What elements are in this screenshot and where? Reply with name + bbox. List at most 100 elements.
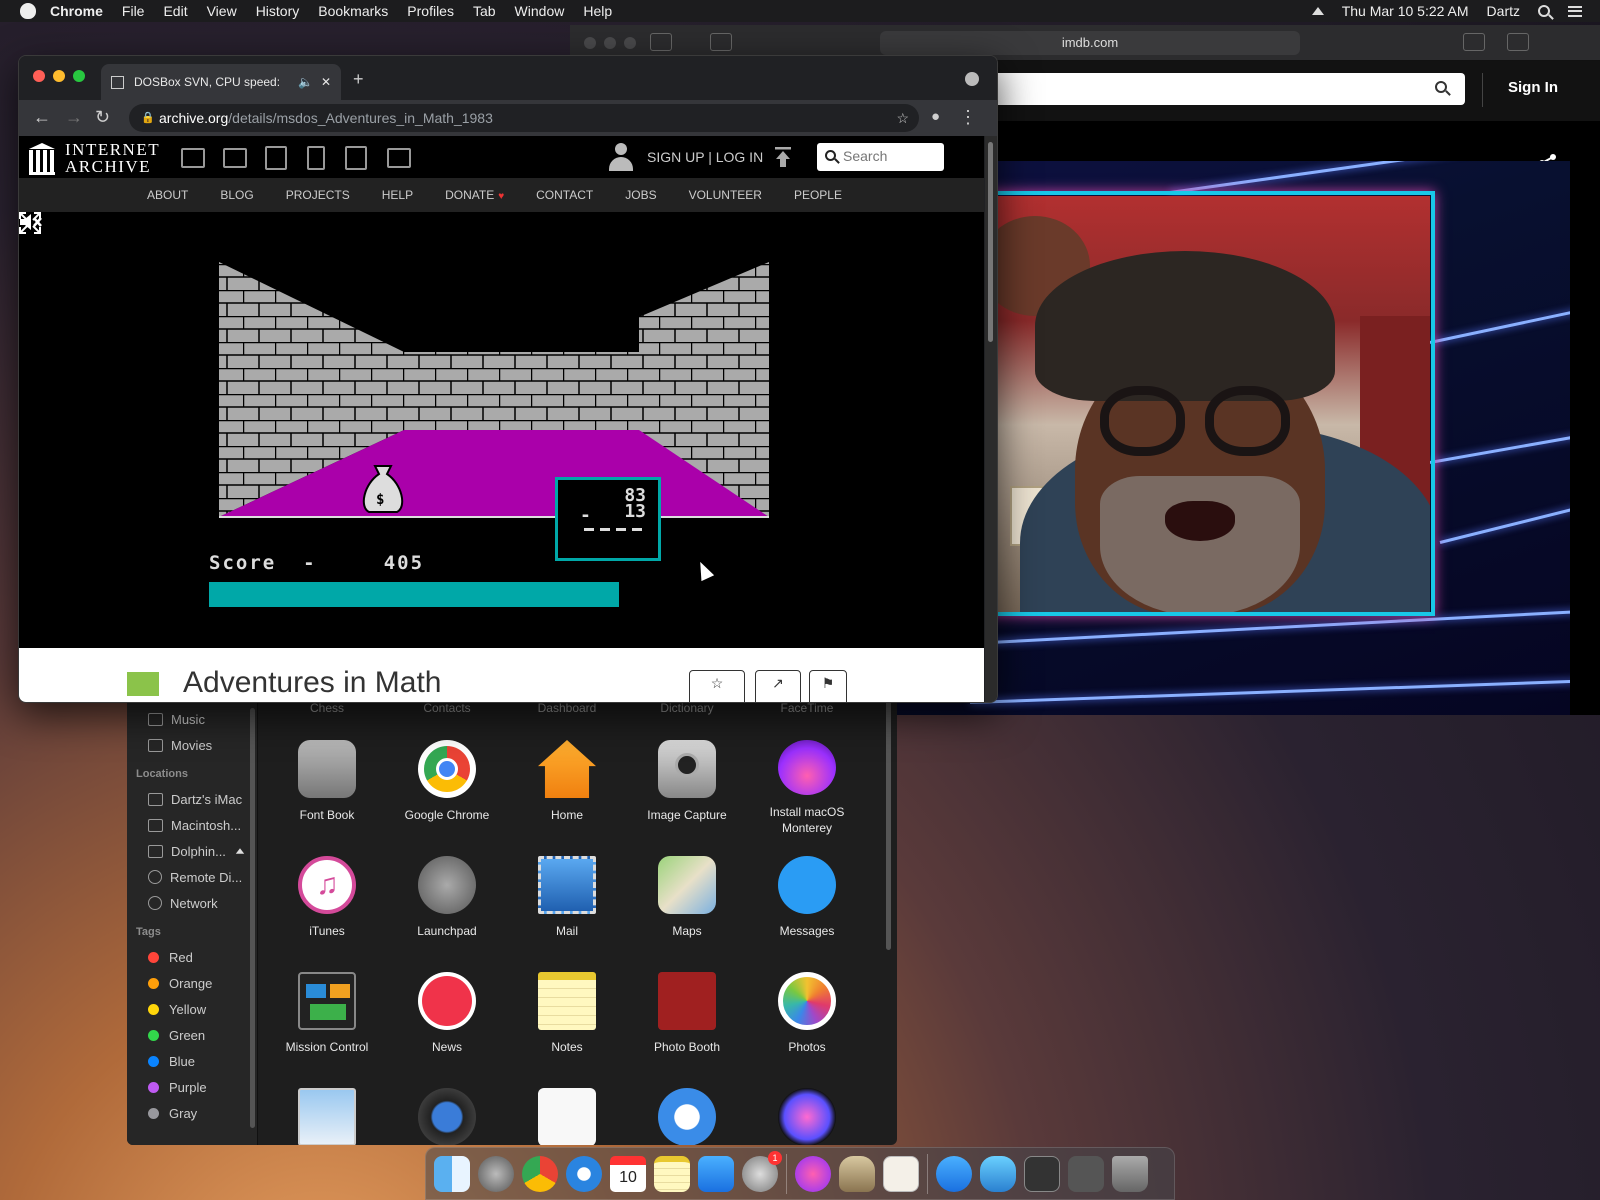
sidebar-tag-purple[interactable]: Purple [127, 1074, 257, 1100]
app-label[interactable]: FaceTime [747, 700, 867, 720]
app-label[interactable]: Chess [267, 700, 387, 720]
back-arrow-icon[interactable]: ← [33, 108, 51, 126]
sidebar-item-movies[interactable]: Movies [127, 732, 257, 758]
app-label[interactable]: Dashboard [507, 700, 627, 720]
upload-icon[interactable] [774, 146, 792, 168]
launchpad-icon[interactable] [478, 1155, 514, 1192]
tab-audio-icon[interactable]: 🔈 [298, 75, 313, 89]
safari-traffic-lights[interactable] [584, 37, 636, 49]
menu-help[interactable]: Help [583, 3, 612, 19]
flag-button[interactable]: ⚑ [809, 670, 847, 702]
macos-installer-icon[interactable] [795, 1155, 831, 1192]
sidebar-item-macintosh[interactable]: Macintosh... [127, 812, 257, 838]
app-label[interactable]: Dictionary [627, 700, 747, 720]
minimize-window-icon[interactable] [53, 70, 65, 82]
mute-icon[interactable] [19, 212, 43, 232]
app-mail[interactable]: Mail [507, 836, 627, 952]
tab-close-icon[interactable]: ✕ [321, 75, 331, 89]
trash-icon[interactable] [1112, 1155, 1148, 1192]
sidebar-tag-green[interactable]: Green [127, 1022, 257, 1048]
images-icon[interactable] [387, 148, 411, 168]
app-photos[interactable]: Photos [747, 952, 867, 1068]
app-safari[interactable] [627, 1068, 747, 1145]
app-photo-booth[interactable]: Photo Booth [627, 952, 747, 1068]
app-reminders[interactable] [507, 1068, 627, 1145]
url-input[interactable]: 🔒 archive.org/details/msdos_Adventures_i… [129, 104, 919, 132]
tabs-overview-icon[interactable] [1507, 33, 1529, 51]
nav-volunteer[interactable]: VOLUNTEER [689, 188, 762, 202]
screenshot-icon[interactable] [1024, 1155, 1060, 1192]
app-messages[interactable]: Messages [747, 836, 867, 952]
menu-edit[interactable]: Edit [163, 3, 187, 19]
eject-icon[interactable] [235, 848, 245, 854]
forward-arrow-icon[interactable]: → [65, 108, 83, 126]
apple-menu-icon[interactable] [20, 3, 36, 19]
tab-search-icon[interactable] [965, 72, 979, 86]
spotlight-icon[interactable] [1538, 5, 1550, 17]
page-scrollbar[interactable] [985, 136, 997, 702]
nav-help[interactable]: HELP [382, 188, 413, 202]
app-preview[interactable] [267, 1068, 387, 1145]
texts-icon[interactable] [223, 148, 247, 168]
sidebar-scrollbar[interactable] [250, 708, 255, 1128]
sidebar-item-network[interactable]: Network [127, 890, 257, 916]
notes-icon[interactable] [654, 1155, 690, 1192]
textedit-icon[interactable] [883, 1155, 919, 1192]
more-menu-icon[interactable]: ⋮ [959, 108, 977, 126]
sidebar-item-dolphin[interactable]: Dolphin... [127, 838, 257, 864]
zoom-window-icon[interactable] [73, 70, 85, 82]
sidebar-tag-yellow[interactable]: Yellow [127, 996, 257, 1022]
app-install-macos-monterey[interactable]: Install macOS Monterey [747, 720, 867, 836]
app-image-capture[interactable]: Image Capture [627, 720, 747, 836]
app-font-book[interactable]: Font Book [267, 720, 387, 836]
profile-icon[interactable]: ● [931, 108, 940, 126]
user-avatar-icon[interactable] [609, 143, 633, 171]
system-preferences-icon[interactable]: 1 [742, 1150, 782, 1192]
app-mission-control[interactable]: Mission Control [267, 952, 387, 1068]
new-tab-icon[interactable]: + [353, 70, 364, 88]
eject-icon[interactable] [1311, 7, 1324, 15]
favorite-button[interactable]: ☆ [689, 670, 745, 702]
app-store-folder-icon[interactable] [936, 1155, 972, 1192]
safari-icon[interactable] [566, 1155, 602, 1192]
sidebar-tag-blue[interactable]: Blue [127, 1048, 257, 1074]
safari-address-bar[interactable]: imdb.com [880, 31, 1300, 55]
search-icon[interactable] [1435, 81, 1447, 93]
sidebar-tag-red[interactable]: Red [127, 944, 257, 970]
content-scrollbar[interactable] [886, 700, 891, 950]
nav-contact[interactable]: CONTACT [536, 188, 593, 202]
lock-icon[interactable]: 🔒 [141, 104, 155, 132]
menu-user[interactable]: Dartz [1487, 3, 1520, 19]
app-news[interactable]: News [387, 952, 507, 1068]
menu-view[interactable]: View [207, 3, 237, 19]
share-toolbar-icon[interactable] [1463, 33, 1485, 51]
app-maps[interactable]: Maps [627, 836, 747, 952]
share-button[interactable]: ↗ [755, 670, 801, 702]
menu-tab[interactable]: Tab [473, 3, 496, 19]
menu-file[interactable]: File [122, 3, 145, 19]
sign-up-login-link[interactable]: SIGN UP | LOG IN [647, 149, 763, 165]
app-itunes[interactable]: ♫ iTunes [267, 836, 387, 952]
nav-donate[interactable]: DONATE ♥ [445, 188, 504, 202]
dosbox-emulator[interactable]: $ 83 - 13 Score - 405 [19, 212, 984, 648]
nav-jobs[interactable]: JOBS [625, 188, 656, 202]
sidebar-icon[interactable] [710, 33, 732, 51]
menu-history[interactable]: History [256, 3, 300, 19]
finder-icon[interactable] [434, 1155, 470, 1192]
app-label[interactable]: Contacts [387, 700, 507, 720]
app-siri[interactable] [747, 1068, 867, 1145]
internet-archive-logo[interactable]: INTERNET ARCHIVE [29, 141, 160, 175]
nav-about[interactable]: ABOUT [147, 188, 188, 202]
menu-bookmarks[interactable]: Bookmarks [318, 3, 388, 19]
sidebar-item-remote-disc[interactable]: Remote Di... [127, 864, 257, 890]
reload-icon[interactable]: ↻ [95, 108, 110, 126]
nav-projects[interactable]: PROJECTS [286, 188, 350, 202]
bookmark-star-icon[interactable]: ☆ [896, 104, 909, 132]
audio-icon[interactable] [307, 146, 325, 170]
nav-people[interactable]: PEOPLE [794, 188, 842, 202]
menu-app-name[interactable]: Chrome [50, 3, 103, 19]
sidebar-item-imac[interactable]: Dartz's iMac [127, 786, 257, 812]
video-icon[interactable] [265, 146, 287, 170]
dolphin-icon[interactable] [980, 1155, 1016, 1192]
app-launchpad[interactable]: Launchpad [387, 836, 507, 952]
